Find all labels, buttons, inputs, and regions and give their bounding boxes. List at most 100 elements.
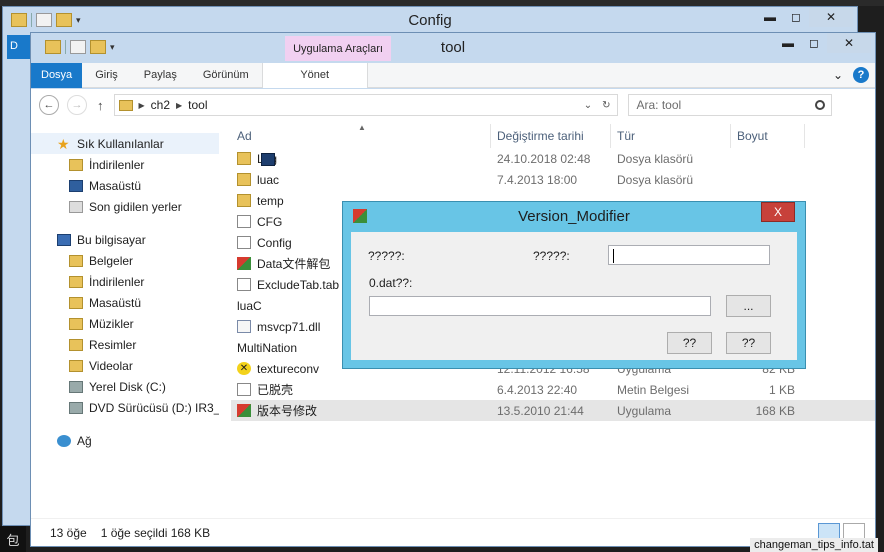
nav-item-desktop-pc[interactable]: Masaüstü	[31, 292, 219, 313]
folder-icon	[237, 152, 251, 165]
nav-label: İndirilenler	[89, 274, 145, 289]
ok-button[interactable]: ??	[667, 332, 712, 354]
dat-path-input[interactable]	[369, 296, 711, 316]
background-window-text: changeman_tips_info.tat	[750, 538, 878, 552]
column-header-date[interactable]: Değiştirme tarihi	[491, 124, 611, 148]
nav-item-desktop[interactable]: Masaüstü	[31, 175, 219, 196]
address-bar[interactable]: ▶ ch2 ▶ tool ⌄ ↻	[113, 94, 618, 116]
nav-this-pc[interactable]: Bu bilgisayar	[31, 229, 219, 250]
search-icon[interactable]	[814, 100, 825, 110]
file-name: MultiNation	[237, 340, 298, 355]
config-titlebar[interactable]: ▾ Config ▬ ◻ ✕	[3, 7, 857, 33]
file-row[interactable]: Log24.10.2018 02:48Dosya klasörü	[231, 148, 875, 169]
tab-share[interactable]: Paylaş	[131, 63, 190, 88]
minimize-icon: ▬	[782, 36, 794, 50]
nav-favorites[interactable]: ★ Sık Kullanılanlar	[31, 133, 219, 154]
dat-path-label: 0.dat??:	[369, 276, 413, 290]
text-document-icon	[237, 383, 251, 396]
dll-file-icon	[237, 320, 251, 333]
nav-item-recent[interactable]: Son gidilen yerler	[31, 196, 219, 217]
nav-network[interactable]: Ağ	[31, 430, 219, 451]
refresh-icon[interactable]: ↻	[602, 100, 610, 111]
maximize-icon: ◻	[791, 10, 801, 24]
back-button[interactable]: ←	[39, 95, 59, 115]
column-header-type[interactable]: Tür	[611, 124, 731, 148]
nav-label: Ağ	[77, 433, 92, 448]
minimize-button[interactable]: ▬	[775, 33, 801, 53]
nav-item-videos[interactable]: Videolar	[31, 355, 219, 376]
dvd-drive-icon	[69, 401, 83, 414]
file-row[interactable]: 已脱壳 6.4.2013 22:40 Metin Belgesi 1 KB	[231, 379, 875, 400]
nav-item-downloads[interactable]: İndirilenler	[31, 154, 219, 175]
settings-file-icon	[237, 215, 251, 228]
arrow-left-icon: ←	[43, 99, 55, 111]
file-row[interactable]: luac 7.4.2013 18:00 Dosya klasörü	[231, 169, 875, 190]
nav-item-dvd[interactable]: DVD Sürücüsü (D:) IR3_SS	[31, 397, 219, 418]
videos-folder-icon	[69, 359, 83, 372]
navigation-pane: ★ Sık Kullanılanlar İndirilenler Masaüst…	[31, 121, 219, 518]
breadcrumb-ch2[interactable]: ch2	[151, 98, 170, 112]
nav-label: Resimler	[89, 337, 137, 352]
minimize-button[interactable]: ▬	[757, 7, 783, 27]
maximize-icon: ◻	[809, 36, 819, 50]
dialog-titlebar[interactable]: Version_Modifier X	[343, 202, 805, 230]
nav-item-downloads-pc[interactable]: İndirilenler	[31, 271, 219, 292]
breadcrumb-tool[interactable]: tool	[188, 98, 207, 112]
up-button[interactable]: ↑	[97, 98, 104, 113]
file-date: 6.4.2013 22:40	[497, 382, 578, 397]
file-size: 1 KB	[768, 382, 795, 397]
file-name-cell: 已脱壳	[231, 381, 491, 398]
file-name: textureconv	[257, 361, 320, 376]
file-date: 13.5.2010 21:44	[497, 403, 584, 418]
close-icon: ✕	[825, 10, 837, 24]
file-name: 已脱壳	[257, 383, 294, 397]
network-icon	[57, 434, 71, 447]
nav-label: Masaüstü	[89, 178, 142, 193]
file-row[interactable]: 版本号修改 13.5.2010 21:44 Uygulama 168 KB	[231, 400, 875, 421]
hard-disk-icon	[69, 380, 83, 393]
selection-info: 1 öğe seçildi 168 KB	[100, 525, 211, 540]
downloads-folder-icon	[69, 158, 83, 171]
help-icon[interactable]: ?	[853, 67, 869, 83]
maximize-button[interactable]: ◻	[783, 7, 809, 27]
forward-button[interactable]: →	[67, 95, 87, 115]
file-name: Config	[257, 235, 292, 250]
nav-label: Yerel Disk (C:)	[89, 379, 166, 394]
search-box[interactable]: Ara: tool	[627, 94, 832, 116]
tab-file[interactable]: Dosya	[31, 62, 83, 88]
nav-item-local-disk[interactable]: Yerel Disk (C:)	[31, 376, 219, 397]
ribbon: Dosya Giriş Paylaş Görünüm Yönet ⌄ ?	[31, 62, 875, 88]
close-button[interactable]: ✕	[827, 33, 871, 53]
dialog-close-button[interactable]: X	[761, 202, 795, 222]
history-dropdown-icon[interactable]: ⌄	[584, 100, 592, 111]
status-bar: 13 öğe 1 öğe seçildi 168 KB	[31, 518, 875, 546]
version-modifier-dialog[interactable]: Version_Modifier X ?????: ?????: 0.dat??…	[342, 201, 806, 369]
nav-label: Bu bilgisayar	[77, 232, 146, 247]
column-header-size[interactable]: Boyut	[731, 124, 805, 148]
search-placeholder: Ara: tool	[636, 98, 682, 112]
chevron-right-icon[interactable]: ▶	[176, 101, 182, 110]
tab-manage[interactable]: Yönet	[261, 62, 368, 88]
file-name: msvcp71.dll	[257, 319, 321, 334]
music-folder-icon	[69, 317, 83, 330]
sort-ascending-icon: ▲	[358, 123, 366, 132]
browse-button[interactable]: ...	[726, 295, 771, 317]
chevron-right-icon[interactable]: ▶	[139, 101, 145, 110]
file-size: 168 KB	[755, 403, 795, 418]
cancel-button[interactable]: ??	[726, 332, 771, 354]
tab-home[interactable]: Giriş	[82, 63, 131, 88]
taskbar-icon[interactable]: 包	[0, 526, 26, 552]
tool-titlebar[interactable]: ▾ Uygulama Araçları tool ▬ ◻ ✕	[31, 33, 875, 63]
nav-item-documents[interactable]: Belgeler	[31, 250, 219, 271]
star-icon: ★	[57, 135, 70, 152]
version-input[interactable]	[608, 245, 770, 265]
tab-view[interactable]: Görünüm	[190, 63, 262, 88]
desktop-folder-icon	[69, 296, 83, 309]
version-label-right: ?????:	[533, 249, 570, 263]
nav-item-music[interactable]: Müzikler	[31, 313, 219, 334]
settings-file-icon	[237, 236, 251, 249]
nav-item-pictures[interactable]: Resimler	[31, 334, 219, 355]
expand-ribbon-icon[interactable]: ⌄	[833, 68, 843, 82]
close-button[interactable]: ✕	[809, 7, 853, 27]
maximize-button[interactable]: ◻	[801, 33, 827, 53]
